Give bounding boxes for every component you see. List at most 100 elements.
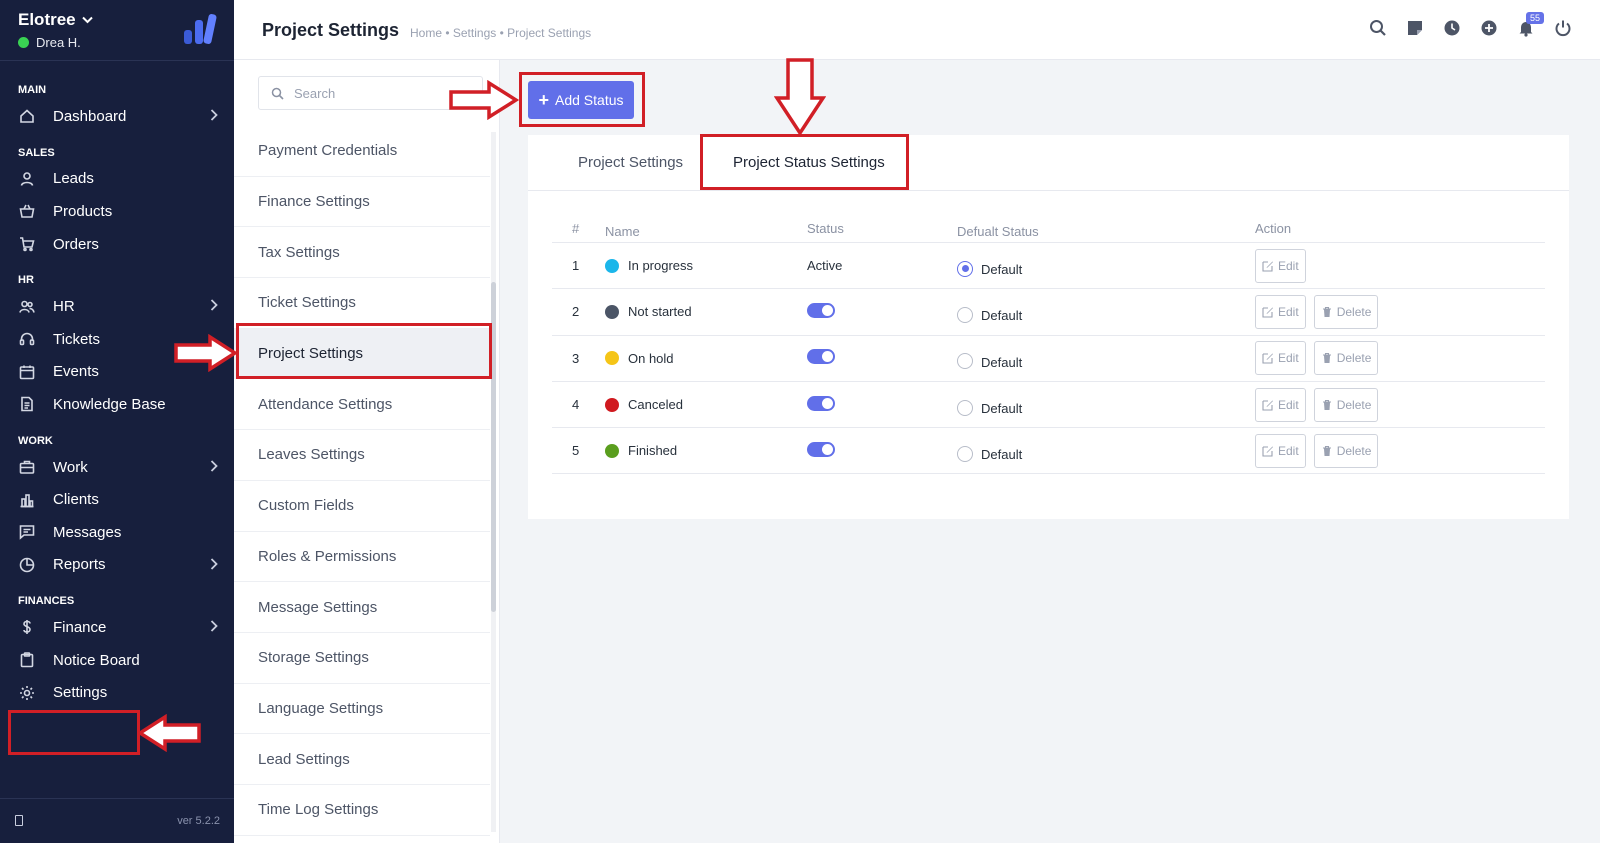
edit-label: Edit	[1278, 351, 1299, 366]
action-cell: Edit Delete	[1255, 294, 1545, 329]
sidebar-item-messages[interactable]: Messages	[0, 516, 234, 549]
top-icons: 55	[1368, 12, 1572, 37]
delete-label: Delete	[1336, 351, 1372, 366]
dollar-icon	[18, 618, 36, 636]
search-icon[interactable]	[1368, 18, 1387, 37]
add-circle-icon[interactable]	[1479, 18, 1498, 37]
sidebar-item-label: Leads	[53, 170, 94, 188]
status-color-icon	[605, 351, 619, 366]
sidebar-item-reports[interactable]: Reports	[0, 549, 234, 582]
document-icon	[18, 395, 36, 413]
annotation-box-add-status	[519, 72, 645, 127]
settings-menu-item-message-settings[interactable]: Message Settings	[234, 582, 490, 633]
sidebar-item-label: Work	[53, 458, 88, 476]
status-cell	[807, 349, 957, 367]
settings-menu-item-attendance-settings[interactable]: Attendance Settings	[234, 379, 490, 431]
action-cell: Edit Delete	[1255, 341, 1545, 376]
building-icon	[18, 491, 36, 509]
settings-menu-item-finance-settings[interactable]: Finance Settings	[234, 177, 490, 228]
sidebar-item-knowledge-base[interactable]: Knowledge Base	[0, 388, 234, 421]
col-default-status: Defualt Status	[957, 224, 1039, 239]
settings-menu-item-ticket-settings[interactable]: Ticket Settings	[234, 278, 490, 329]
sidebar-item-leads[interactable]: Leads	[0, 163, 234, 196]
settings-menu-item-time-log-settings[interactable]: Time Log Settings	[234, 785, 490, 836]
sidebar-item-work[interactable]: Work	[0, 451, 234, 484]
col-name: Name	[605, 224, 640, 239]
settings-menu-item-storage-settings[interactable]: Storage Settings	[234, 633, 490, 684]
row-number: 1	[572, 258, 580, 274]
sidebar-item-notice-board[interactable]: Notice Board	[0, 644, 234, 677]
settings-menu-item-tax-settings[interactable]: Tax Settings	[234, 227, 490, 279]
app-version: ver 5.2.2	[177, 815, 220, 827]
sidebar-item-settings[interactable]: Settings	[0, 676, 234, 709]
delete-button[interactable]: Delete	[1313, 387, 1379, 422]
sidebar-item-orders[interactable]: Orders	[0, 228, 234, 261]
sidebar-divider	[0, 60, 234, 61]
default-radio[interactable]	[957, 445, 973, 462]
edit-button[interactable]: Edit	[1255, 294, 1306, 329]
default-radio[interactable]	[957, 399, 973, 416]
sidebar-item-hr[interactable]: HR	[0, 290, 234, 323]
sidebar-item-label: Reports	[53, 556, 106, 574]
status-toggle[interactable]	[807, 302, 835, 318]
settings-menu-item-roles-permissions[interactable]: Roles & Permissions	[234, 532, 490, 583]
table-row: 3 On hold Default Edit Delete	[552, 336, 1545, 382]
status-cell	[807, 302, 957, 321]
settings-menu-item-language-settings[interactable]: Language Settings	[234, 684, 490, 735]
settings-menu-item-payment-credentials[interactable]: Payment Credentials	[234, 126, 490, 177]
edit-label: Edit	[1278, 258, 1299, 273]
status-toggle[interactable]	[807, 349, 835, 365]
default-radio[interactable]	[957, 306, 973, 323]
sidebar-section-title: SALES	[18, 146, 55, 159]
status-name-cell: Canceled	[605, 397, 807, 412]
sidebar-item-label: Clients	[53, 491, 99, 509]
edit-button[interactable]: Edit	[1255, 248, 1306, 283]
sidebar-item-clients[interactable]: Clients	[0, 483, 234, 516]
status-cell	[807, 395, 957, 414]
user-icon	[18, 170, 36, 188]
basket-icon	[18, 202, 36, 220]
col-number: #	[572, 221, 580, 236]
settings-menu-scrollbar[interactable]	[491, 132, 496, 832]
chevron-right-icon	[210, 298, 218, 314]
power-icon[interactable]	[1553, 18, 1572, 37]
table-header: # Name Status Defualt Status Action	[552, 221, 1545, 243]
settings-menu-item-lead-settings[interactable]: Lead Settings	[234, 734, 490, 785]
clock-icon[interactable]	[1442, 18, 1461, 37]
default-label: Default	[981, 308, 1023, 324]
edit-button[interactable]: Edit	[1255, 433, 1306, 468]
annotation-box-project-settings	[236, 323, 492, 379]
tab-project-settings[interactable]: Project Settings	[578, 154, 683, 171]
settings-search-input[interactable]	[294, 85, 444, 101]
default-radio[interactable]	[957, 260, 973, 277]
status-toggle[interactable]	[807, 441, 835, 457]
delete-button[interactable]: Delete	[1313, 294, 1379, 329]
sidebar-divider	[0, 798, 234, 799]
default-status-cell: Default	[957, 300, 1255, 323]
briefcase-icon	[18, 458, 36, 476]
edit-button[interactable]: Edit	[1255, 387, 1306, 422]
delete-button[interactable]: Delete	[1313, 341, 1379, 376]
sidebar-item-finance[interactable]: Finance	[0, 611, 234, 644]
chevron-down-icon[interactable]	[81, 13, 93, 27]
edit-label: Edit	[1278, 443, 1299, 458]
delete-button[interactable]: Delete	[1313, 433, 1379, 468]
default-label: Default	[981, 401, 1023, 417]
sidebar-item-products[interactable]: Products	[0, 195, 234, 228]
chevron-right-icon	[210, 619, 218, 635]
bell-icon[interactable]: 55	[1516, 12, 1545, 37]
default-radio[interactable]	[957, 353, 973, 370]
sidebar-item-dashboard[interactable]: Dashboard	[0, 100, 234, 133]
chevron-right-icon	[210, 459, 218, 475]
status-toggle[interactable]	[807, 395, 835, 411]
sticky-note-icon[interactable]	[1405, 18, 1424, 37]
settings-tabs: Project Settings Project Status Settings	[528, 135, 1569, 191]
edit-button[interactable]: Edit	[1255, 341, 1306, 376]
settings-menu-item-leaves-settings[interactable]: Leaves Settings	[234, 430, 490, 481]
settings-menu-item-custom-fields[interactable]: Custom Fields	[234, 481, 490, 532]
breadcrumb[interactable]: Home • Settings • Project Settings	[410, 26, 591, 40]
home-icon	[18, 107, 36, 125]
mobile-icon[interactable]	[15, 815, 23, 826]
status-color-icon	[605, 304, 619, 319]
annotation-arrow-left-icon	[137, 714, 201, 752]
